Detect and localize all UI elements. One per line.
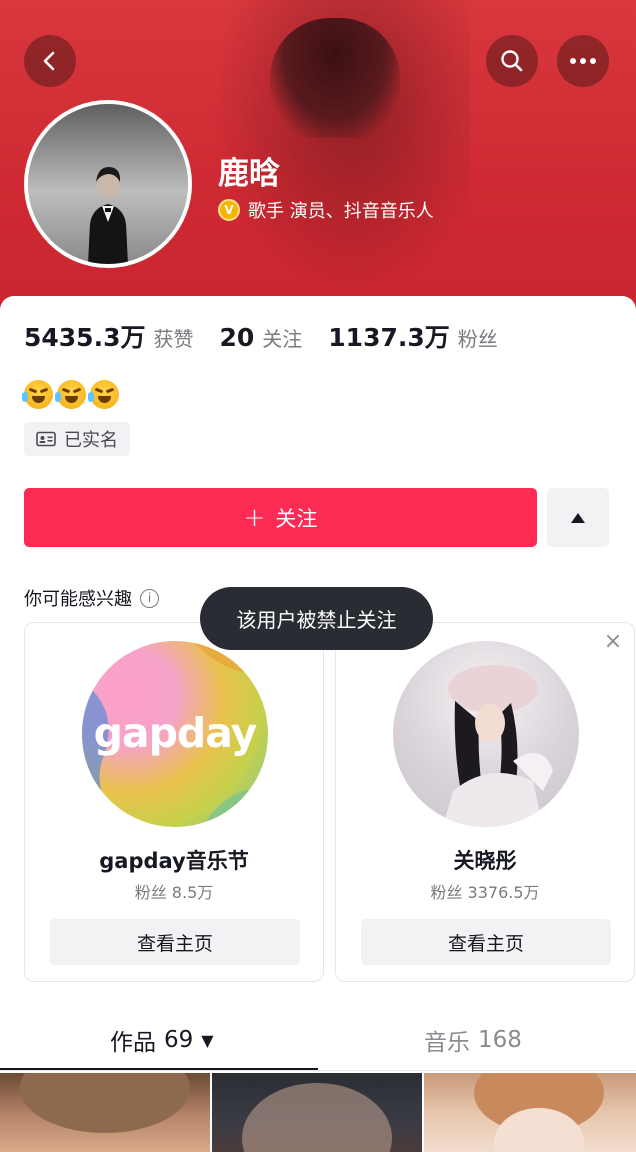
profile-avatar[interactable]: [24, 100, 192, 268]
tab-music-label: 音乐: [424, 1030, 470, 1056]
close-icon[interactable]: ×: [603, 631, 623, 653]
dropdown-arrow-icon: ▼: [201, 1030, 214, 1050]
thumbnail-figure: [20, 1073, 190, 1133]
real-name-text: 已实名: [64, 430, 118, 451]
verification-line: V 歌手 演员、抖音音乐人: [218, 197, 434, 223]
tab-works-count: 69: [164, 1027, 194, 1053]
tab-works-label: 作品: [110, 1030, 156, 1056]
search-icon: [501, 50, 523, 72]
laughing-crying-emoji-icon: [55, 380, 86, 409]
tab-works[interactable]: 作品 69 ▼: [110, 1023, 214, 1057]
back-button[interactable]: [24, 35, 76, 87]
followers-label[interactable]: 粉丝: [458, 323, 498, 352]
likes-count: 5435.3万: [24, 323, 146, 352]
profile-stats: 5435.3万 获赞 20 关注 1137.3万 粉丝: [24, 318, 524, 354]
tab-music[interactable]: 音乐 168: [424, 1023, 522, 1057]
bio-emojis: [22, 380, 119, 409]
tab-divider: [0, 1070, 636, 1071]
more-options-button[interactable]: [557, 35, 609, 87]
video-grid: [0, 1073, 636, 1152]
content-tabs: 作品 69 ▼ 音乐 168: [0, 1015, 636, 1071]
verified-badge-icon: V: [218, 199, 240, 221]
toast-message: 该用户被禁止关注: [200, 587, 433, 650]
suggestion-name[interactable]: 关晓彤: [336, 845, 634, 875]
suggestions-title: 你可能感兴趣: [24, 589, 132, 610]
verification-text: 歌手 演员、抖音音乐人: [248, 201, 434, 222]
id-card-icon: [36, 431, 56, 447]
suggestion-name[interactable]: gapday音乐节: [25, 845, 323, 875]
suggestions-header: 你可能感兴趣 i: [24, 585, 159, 611]
suggestion-card[interactable]: V 关晓彤 粉丝 3376.5万 查看主页: [335, 622, 635, 982]
triangle-up-icon: [571, 512, 585, 523]
following-label[interactable]: 关注: [262, 323, 302, 352]
avatar-photo: [28, 104, 188, 264]
thumbnail-figure: [242, 1083, 392, 1152]
video-thumbnail[interactable]: [212, 1073, 422, 1152]
chevron-left-icon: [43, 51, 55, 71]
likes-label: 获赞: [153, 327, 194, 351]
background-portrait-head: [270, 18, 400, 138]
real-name-tag: 已实名: [24, 422, 130, 456]
expand-suggestions-button[interactable]: [547, 488, 609, 547]
view-profile-button[interactable]: 查看主页: [50, 919, 300, 965]
suggestion-avatar[interactable]: gapday: [82, 641, 268, 827]
tab-music-count: 168: [478, 1027, 522, 1053]
info-icon[interactable]: i: [140, 588, 159, 608]
suggestion-avatar[interactable]: V: [393, 641, 579, 827]
followers-count[interactable]: 1137.3万: [328, 318, 449, 354]
gapday-logo-text: gapday: [93, 709, 258, 757]
search-button[interactable]: [486, 35, 538, 87]
profile-name: 鹿晗: [218, 156, 280, 192]
more-dots-icon: [570, 58, 596, 64]
follow-button-label: 关注: [275, 506, 318, 531]
laughing-crying-emoji-icon: [88, 380, 119, 409]
plus-icon: +: [243, 502, 266, 533]
portrait-photo: [443, 665, 553, 827]
follow-button[interactable]: + 关注: [24, 488, 537, 547]
video-thumbnail[interactable]: [424, 1073, 636, 1152]
suggestion-card[interactable]: gapday gapday音乐节 粉丝 8.5万 查看主页: [24, 622, 324, 982]
following-count[interactable]: 20: [219, 323, 254, 352]
laughing-crying-emoji-icon: [22, 380, 53, 409]
view-profile-button[interactable]: 查看主页: [361, 919, 611, 965]
suggestion-fans: 粉丝 3376.5万: [430, 883, 540, 902]
video-thumbnail[interactable]: [0, 1073, 210, 1152]
suggestion-fans: 粉丝 8.5万: [134, 883, 214, 902]
